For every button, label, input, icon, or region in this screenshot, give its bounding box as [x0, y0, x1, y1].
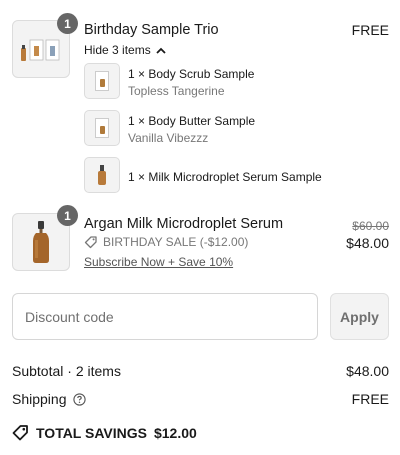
component-variant: Topless Tangerine — [128, 84, 225, 98]
discount-label: BIRTHDAY SALE (-$12.00) — [103, 235, 249, 249]
component-image — [84, 110, 120, 146]
quantity-badge: 1 — [57, 205, 78, 226]
help-circle-icon[interactable] — [72, 392, 86, 406]
product-title: Argan Milk Microdroplet Serum — [84, 216, 284, 232]
shipping-label: Shipping — [12, 391, 67, 407]
sample-trio-icon — [21, 39, 60, 61]
product-title: Birthday Sample Trio — [84, 22, 219, 38]
component-name: 1 × Body Butter Sample — [128, 114, 256, 128]
component-name: 1 × Body Scrub Sample — [128, 67, 255, 81]
tag-icon — [12, 425, 28, 441]
component-image — [84, 63, 120, 99]
hide-items-toggle[interactable]: Hide 3 items — [84, 43, 166, 57]
total-savings-label: TOTAL SAVINGS — [36, 424, 147, 441]
component-variant: Vanilla Vibezzz — [128, 131, 209, 145]
shipping-row-label: Shipping — [12, 391, 86, 407]
total-savings-value: $12.00 — [153, 424, 197, 441]
subtotal-label: Subtotal · 2 items — [12, 363, 121, 379]
product-price: FREE — [351, 22, 389, 38]
toggle-label: Hide 3 items — [84, 43, 151, 57]
apply-button[interactable]: Apply — [330, 293, 389, 340]
serum-bottle-icon — [33, 221, 49, 263]
component-image — [84, 157, 120, 193]
total-savings-row: TOTAL SAVINGS $12.00 — [12, 424, 197, 441]
subscribe-link[interactable]: Subscribe Now + Save 10% — [84, 255, 233, 269]
tag-icon — [84, 236, 97, 249]
discount-code-input[interactable] — [12, 293, 318, 340]
component-name: 1 × Milk Microdroplet Serum Sample — [128, 170, 322, 184]
discount-tag: BIRTHDAY SALE (-$12.00) — [84, 235, 248, 249]
quantity-badge: 1 — [57, 13, 78, 34]
product-price: $48.00 — [346, 235, 389, 251]
serum-bottle-icon — [98, 165, 106, 185]
chevron-up-icon — [156, 47, 166, 54]
shipping-value: FREE — [351, 391, 389, 407]
original-price: $60.00 — [352, 219, 389, 233]
subtotal-value: $48.00 — [346, 363, 389, 379]
